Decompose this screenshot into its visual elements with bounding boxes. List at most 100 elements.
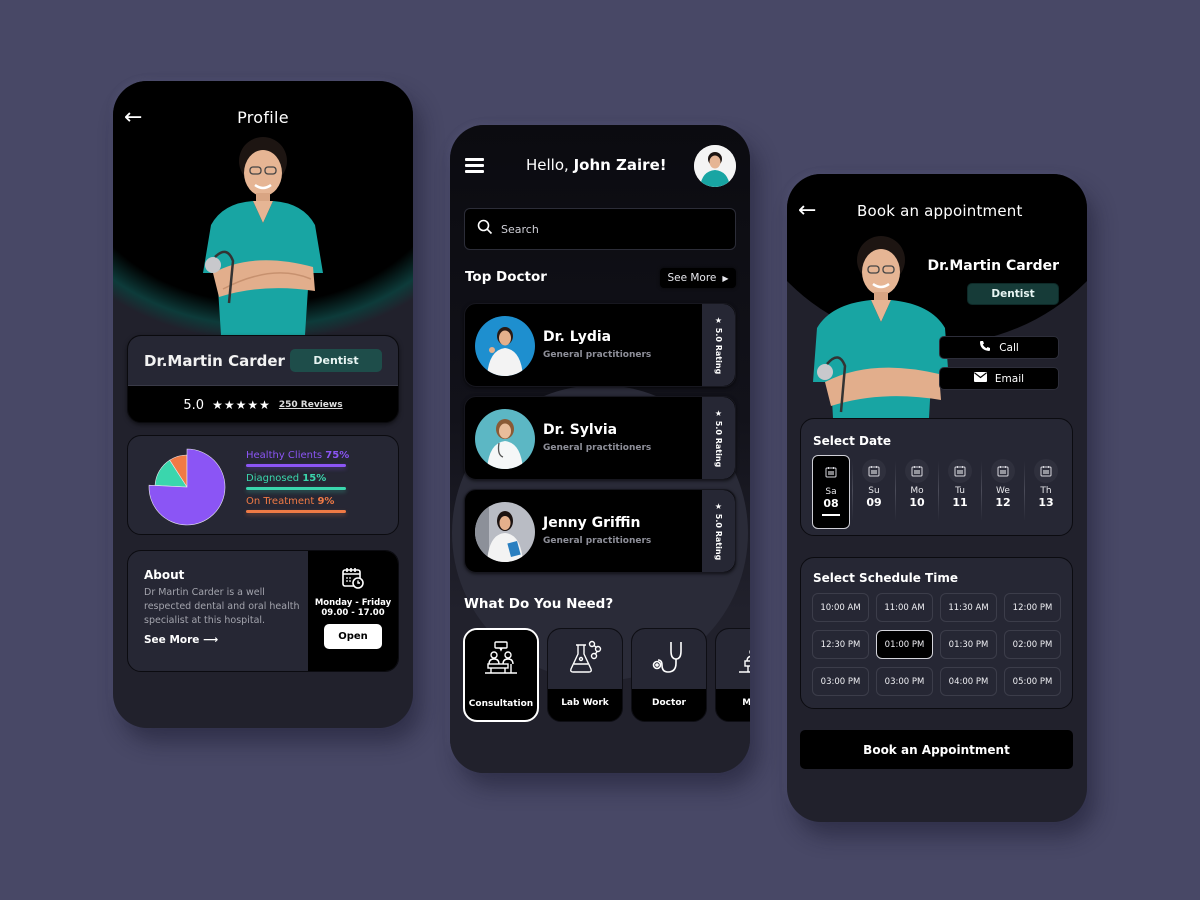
date-divider — [1024, 461, 1025, 521]
doctor-card[interactable]: Dr. Sylvia General practitioners ★ 5.0 R… — [464, 396, 736, 480]
time-slot[interactable]: 12:00 PM — [1004, 593, 1061, 622]
greeting-prefix: Hello, — [526, 156, 574, 174]
doctor-name: Dr. Sylvia — [543, 422, 618, 438]
time-slot[interactable]: 03:00 PM — [876, 667, 933, 696]
rating-label: ★ 5.0 Rating — [714, 501, 723, 561]
see-more-link[interactable]: See More ⟶ — [144, 634, 218, 646]
date-weekday: Sa — [825, 487, 837, 497]
date-number: 10 — [909, 496, 925, 509]
time-slot[interactable]: 05:00 PM — [1004, 667, 1061, 696]
doctor-photo — [475, 502, 535, 562]
date-picker: Sa 08 Su 09 Mo 10 Tu 11 We 12 Th 13 — [812, 455, 1064, 529]
reviews-link[interactable]: 250 Reviews — [279, 400, 343, 410]
service-label: Doctor — [652, 698, 686, 708]
stat-item: Diagnosed 15% — [246, 473, 346, 490]
service-medicine[interactable]: Med — [715, 628, 750, 722]
call-button[interactable]: Call — [939, 336, 1059, 359]
doctor-info-card: Dr.Martin Carder Dentist 5.0 ★★★★★ 250 R… — [127, 335, 399, 423]
doctor-name: Dr.Martin Carder — [927, 258, 1059, 274]
service-consultation[interactable]: Consultation — [463, 628, 539, 722]
rating-label: ★ 5.0 Rating — [714, 315, 723, 375]
email-label: Email — [994, 372, 1025, 385]
doctor-card[interactable]: Dr. Lydia General practitioners ★ 5.0 Ra… — [464, 303, 736, 387]
doctor-specialty: General practitioners — [543, 536, 652, 546]
pie-slice-healthy-clients — [148, 448, 226, 526]
date-option[interactable]: Sa 08 — [812, 455, 850, 529]
date-option[interactable]: Tu 11 — [941, 455, 979, 529]
see-more-label: See More — [667, 272, 717, 284]
time-slot[interactable]: 12:30 PM — [812, 630, 869, 659]
book-appointment-button[interactable]: Book an Appointment — [800, 730, 1073, 769]
rating-tab: ★ 5.0 Rating — [702, 304, 735, 386]
call-label: Call — [999, 341, 1019, 354]
about-text: Dr Martin Carder is a well respected den… — [144, 587, 300, 626]
stat-label: On Treatment 9% — [246, 496, 346, 507]
stats-pie-chart — [142, 442, 232, 536]
search-bar[interactable] — [464, 208, 736, 250]
page-title: Profile — [237, 108, 289, 127]
working-days: Monday - Friday — [314, 598, 392, 608]
user-avatar[interactable] — [694, 145, 736, 187]
time-slot[interactable]: 03:00 PM — [812, 667, 869, 696]
date-option[interactable]: Th 13 — [1027, 455, 1065, 529]
time-slot[interactable]: 01:30 PM — [940, 630, 997, 659]
calendar-clock-icon — [341, 566, 365, 594]
what-do-you-need-title: What Do You Need? — [464, 596, 614, 612]
about-card: About Dr Martin Carder is a well respect… — [127, 550, 399, 672]
rating-label: ★ 5.0 Rating — [714, 408, 723, 468]
stat-item: On Treatment 9% — [246, 496, 346, 513]
stat-name: Diagnosed — [246, 473, 300, 484]
time-slot[interactable]: 01:00 PM — [876, 630, 933, 659]
calendar-icon — [1034, 459, 1058, 483]
rating-tab: ★ 5.0 Rating — [702, 397, 735, 479]
calendar-icon — [948, 459, 972, 483]
date-number: 11 — [952, 496, 968, 509]
calendar-icon — [819, 460, 843, 484]
select-time-title: Select Schedule Time — [813, 571, 959, 585]
search-input[interactable] — [501, 222, 701, 236]
hamburger-menu-icon[interactable] — [465, 158, 484, 173]
calendar-icon — [862, 459, 886, 483]
stats-card: Healthy Clients 75% Diagnosed 15% On Treat… — [127, 435, 399, 535]
time-slot[interactable]: 10:00 AM — [812, 593, 869, 622]
service-doctor[interactable]: Doctor — [631, 628, 707, 722]
calendar-icon — [991, 459, 1015, 483]
stat-name: On Treatment — [246, 496, 315, 507]
doctor-photo — [193, 133, 333, 335]
date-option[interactable]: We 12 — [984, 455, 1022, 529]
doctor-photo — [475, 409, 535, 469]
stat-name: Healthy Clients — [246, 450, 323, 461]
play-arrow-icon: ▶ — [722, 273, 729, 283]
date-number: 12 — [995, 496, 1011, 509]
date-option[interactable]: Mo 10 — [898, 455, 936, 529]
medicine-icon — [735, 639, 750, 679]
stat-value: 75% — [325, 450, 350, 461]
rating-tab: ★ 5.0 Rating — [702, 490, 735, 572]
time-slot[interactable]: 04:00 PM — [940, 667, 997, 696]
date-divider — [895, 461, 896, 521]
stethoscope-icon — [651, 639, 687, 679]
date-divider — [938, 461, 939, 521]
selected-indicator — [822, 514, 840, 516]
date-divider — [852, 461, 853, 521]
back-arrow-icon[interactable]: ← — [798, 200, 816, 222]
time-slot[interactable]: 02:00 PM — [1004, 630, 1061, 659]
doctor-name: Dr. Lydia — [543, 329, 612, 345]
envelope-icon — [973, 372, 987, 385]
working-hours: 09.00 - 17.00 — [321, 608, 385, 618]
service-lab-work[interactable]: Lab Work — [547, 628, 623, 722]
doctor-specialty: General practitioners — [543, 350, 652, 360]
service-label: Consultation — [468, 699, 534, 709]
consultation-icon — [483, 640, 519, 680]
booking-screen: ← Book an appointment Dr.Martin Carder D… — [787, 174, 1087, 822]
email-button[interactable]: Email — [939, 367, 1059, 390]
open-status-button[interactable]: Open — [324, 624, 382, 649]
date-option[interactable]: Su 09 — [855, 455, 893, 529]
time-slot[interactable]: 11:00 AM — [876, 593, 933, 622]
stat-item: Healthy Clients 75% — [246, 450, 350, 467]
doctor-card[interactable]: Jenny Griffin General practitioners ★ 5.… — [464, 489, 736, 573]
stat-bar — [246, 510, 346, 513]
see-more-button[interactable]: See More ▶ — [660, 268, 736, 288]
time-slot[interactable]: 11:30 AM — [940, 593, 997, 622]
page-title: Book an appointment — [857, 202, 1023, 220]
